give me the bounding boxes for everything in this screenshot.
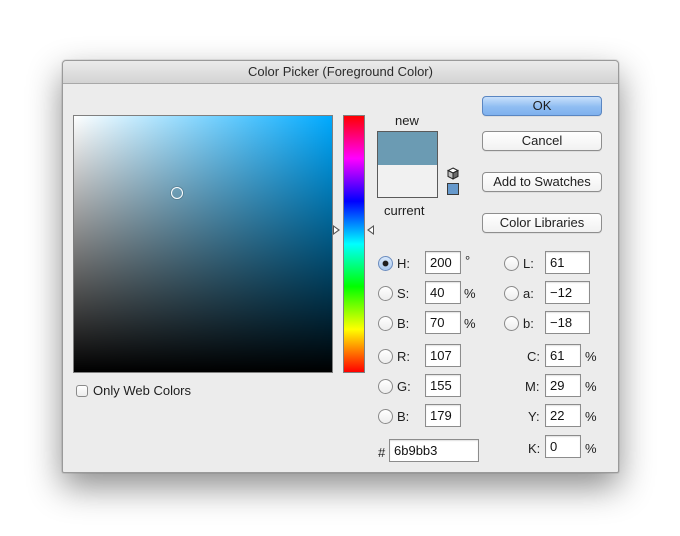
saturation-input[interactable]: 40 bbox=[425, 281, 461, 304]
hex-input[interactable]: 6b9bb3 bbox=[389, 439, 479, 462]
magenta-input[interactable]: 29 bbox=[545, 374, 581, 397]
ok-button[interactable]: OK bbox=[482, 96, 602, 116]
brightness-radio[interactable] bbox=[378, 316, 393, 331]
magenta-unit: % bbox=[585, 379, 597, 394]
red-input[interactable]: 107 bbox=[425, 344, 461, 367]
green-input[interactable]: 155 bbox=[425, 374, 461, 397]
add-to-swatches-button[interactable]: Add to Swatches bbox=[482, 172, 602, 192]
cube-icon[interactable] bbox=[446, 167, 460, 180]
hue-input[interactable]: 200 bbox=[425, 251, 461, 274]
saturation-unit: % bbox=[464, 286, 476, 301]
blue-radio[interactable] bbox=[378, 409, 393, 424]
saturation-radio[interactable] bbox=[378, 286, 393, 301]
yellow-input[interactable]: 22 bbox=[545, 404, 581, 427]
brightness-unit: % bbox=[464, 316, 476, 331]
color-picker-dialog: Color Picker (Foreground Color) Only Web… bbox=[62, 60, 619, 473]
color-field-marker[interactable] bbox=[171, 186, 184, 199]
only-web-colors-checkbox[interactable] bbox=[76, 385, 88, 397]
hue-radio[interactable] bbox=[378, 256, 393, 271]
lab-b-input[interactable]: −18 bbox=[545, 311, 590, 334]
web-safe-swatch-icon[interactable] bbox=[447, 183, 459, 195]
cyan-label: C: bbox=[527, 349, 540, 364]
color-field[interactable] bbox=[73, 115, 333, 373]
lab-b-radio[interactable] bbox=[504, 316, 519, 331]
hue-unit: ° bbox=[465, 253, 471, 268]
only-web-colors-label: Only Web Colors bbox=[93, 383, 192, 398]
black-label: K: bbox=[528, 441, 541, 456]
lab-l-label: L: bbox=[523, 256, 534, 271]
new-color-swatch bbox=[378, 132, 437, 165]
hex-label: # bbox=[378, 445, 386, 460]
hue-slider[interactable] bbox=[343, 115, 365, 373]
lab-a-label: a: bbox=[523, 286, 534, 301]
magenta-label: M: bbox=[525, 379, 540, 394]
brightness-input[interactable]: 70 bbox=[425, 311, 461, 334]
lab-l-input[interactable]: 61 bbox=[545, 251, 590, 274]
dialog-title: Color Picker (Foreground Color) bbox=[63, 61, 618, 84]
hue-slider-right-arrow-icon[interactable] bbox=[367, 224, 374, 235]
yellow-label: Y: bbox=[528, 409, 540, 424]
cyan-unit: % bbox=[585, 349, 597, 364]
green-radio[interactable] bbox=[378, 379, 393, 394]
current-color-swatch[interactable] bbox=[378, 164, 437, 197]
red-radio[interactable] bbox=[378, 349, 393, 364]
current-swatch-label: current bbox=[384, 203, 425, 218]
color-libraries-button[interactable]: Color Libraries bbox=[482, 213, 602, 233]
yellow-unit: % bbox=[585, 409, 597, 424]
blue-label: B: bbox=[397, 409, 410, 424]
hue-slider-left-arrow-icon[interactable] bbox=[333, 224, 340, 235]
saturation-label: S: bbox=[397, 286, 410, 301]
lab-l-radio[interactable] bbox=[504, 256, 519, 271]
lab-a-input[interactable]: −12 bbox=[545, 281, 590, 304]
brightness-label: B: bbox=[397, 316, 410, 331]
new-swatch-label: new bbox=[395, 113, 419, 128]
color-field-black-gradient bbox=[74, 116, 332, 372]
color-swatch-preview bbox=[377, 131, 438, 198]
hue-label: H: bbox=[397, 256, 410, 271]
cancel-button[interactable]: Cancel bbox=[482, 131, 602, 151]
black-unit: % bbox=[585, 441, 597, 456]
cyan-input[interactable]: 61 bbox=[545, 344, 581, 367]
green-label: G: bbox=[397, 379, 411, 394]
blue-input[interactable]: 179 bbox=[425, 404, 461, 427]
lab-a-radio[interactable] bbox=[504, 286, 519, 301]
black-input[interactable]: 0 bbox=[545, 435, 581, 458]
red-label: R: bbox=[397, 349, 410, 364]
lab-b-label: b: bbox=[523, 316, 534, 331]
